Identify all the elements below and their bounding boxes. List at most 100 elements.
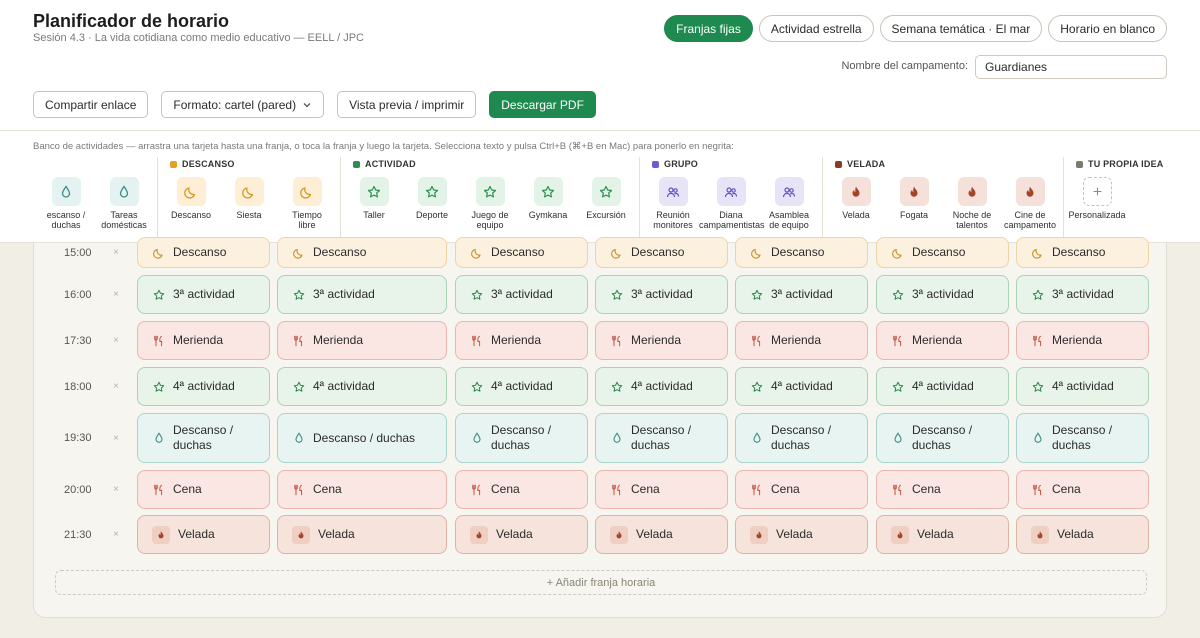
slot-time[interactable]: 20:00 bbox=[64, 484, 92, 496]
slot-label: 3ª actividad bbox=[771, 287, 833, 301]
activity-card[interactable]: Noche de talentos bbox=[943, 157, 1001, 239]
schedule-slot[interactable]: 3ª actividad bbox=[876, 275, 1009, 314]
schedule-slot[interactable]: Descanso bbox=[595, 237, 728, 268]
activity-card[interactable]: Tareas domésticas bbox=[95, 157, 153, 239]
slot-time[interactable]: 21:30 bbox=[64, 529, 92, 541]
schedule-slot[interactable]: 4ª actividad bbox=[1016, 367, 1149, 406]
schedule-slot[interactable]: Merienda bbox=[1016, 321, 1149, 360]
schedule-slot[interactable]: 3ª actividad bbox=[277, 275, 447, 314]
activity-card[interactable]: Excursión bbox=[577, 157, 635, 239]
mode-tab-semana-tematica[interactable]: Semana temática · El mar bbox=[879, 15, 1043, 42]
slot-time[interactable]: 15:00 bbox=[64, 247, 92, 259]
schedule-slot[interactable]: Descanso / duchas bbox=[1016, 413, 1149, 463]
remove-row-icon[interactable]: × bbox=[113, 484, 119, 495]
add-time-slot-button[interactable]: + Añadir franja horaria bbox=[55, 570, 1147, 595]
activity-card[interactable]: Cine de campamento bbox=[1001, 157, 1059, 239]
format-select[interactable]: Formato: cartel (pared) bbox=[161, 91, 325, 118]
schedule-slot[interactable]: 4ª actividad bbox=[876, 367, 1009, 406]
activity-card[interactable]: Gymkana bbox=[519, 157, 577, 239]
schedule-slot[interactable]: Descanso bbox=[876, 237, 1009, 268]
schedule-slot[interactable]: 4ª actividad bbox=[137, 367, 270, 406]
slot-time[interactable]: 17:30 bbox=[64, 335, 92, 347]
schedule-slot[interactable]: Descanso bbox=[137, 237, 270, 268]
mode-tab-franjas-fijas[interactable]: Franjas fijas bbox=[664, 15, 753, 42]
activity-card[interactable]: Velada bbox=[827, 157, 885, 239]
star-icon bbox=[153, 381, 164, 392]
schedule-slot[interactable]: 3ª actividad bbox=[137, 275, 270, 314]
schedule-slot[interactable]: Velada bbox=[735, 515, 868, 554]
moon-icon bbox=[610, 248, 621, 259]
schedule-slot[interactable]: Descanso bbox=[735, 237, 868, 268]
schedule-slot[interactable]: Cena bbox=[137, 470, 270, 509]
schedule-slot[interactable]: 4ª actividad bbox=[277, 367, 447, 406]
activity-card[interactable]: Juego de equipo bbox=[461, 157, 519, 239]
slot-time[interactable]: 16:00 bbox=[64, 289, 92, 301]
schedule-slot[interactable]: 3ª actividad bbox=[595, 275, 728, 314]
schedule-slot[interactable]: Descanso / duchas bbox=[876, 413, 1009, 463]
schedule-slot[interactable]: Descanso bbox=[1016, 237, 1149, 268]
remove-row-icon[interactable]: × bbox=[113, 433, 119, 444]
schedule-slot[interactable]: Velada bbox=[455, 515, 588, 554]
schedule-slot[interactable]: Merienda bbox=[277, 321, 447, 360]
schedule-slot[interactable]: Merienda bbox=[595, 321, 728, 360]
schedule-slot[interactable]: 4ª actividad bbox=[455, 367, 588, 406]
schedule-slot[interactable]: Descanso bbox=[455, 237, 588, 268]
card-icon-box bbox=[234, 177, 264, 206]
schedule-slot[interactable]: 3ª actividad bbox=[455, 275, 588, 314]
schedule-slot[interactable]: Merienda bbox=[455, 321, 588, 360]
schedule-slot[interactable]: Merienda bbox=[137, 321, 270, 360]
schedule-slot[interactable]: Cena bbox=[735, 470, 868, 509]
schedule-slot[interactable]: Merienda bbox=[876, 321, 1009, 360]
schedule-slot[interactable]: 3ª actividad bbox=[735, 275, 868, 314]
download-pdf-button[interactable]: Descargar PDF bbox=[489, 91, 596, 118]
schedule-slot[interactable]: Velada bbox=[277, 515, 447, 554]
schedule-slot[interactable]: Cena bbox=[455, 470, 588, 509]
activity-card[interactable]: escanso / duchas bbox=[37, 157, 95, 239]
schedule-slot[interactable]: Velada bbox=[595, 515, 728, 554]
share-link-button[interactable]: Compartir enlace bbox=[33, 91, 149, 118]
remove-row-icon[interactable]: × bbox=[113, 247, 119, 258]
schedule-slot[interactable]: 4ª actividad bbox=[595, 367, 728, 406]
schedule-slot[interactable]: Velada bbox=[1016, 515, 1149, 554]
schedule-slot[interactable]: Merienda bbox=[735, 321, 868, 360]
card-label: Diana campamentistas bbox=[699, 210, 765, 230]
activity-card[interactable]: Descanso bbox=[162, 157, 220, 239]
schedule-slot[interactable]: Cena bbox=[277, 470, 447, 509]
schedule-slot[interactable]: Cena bbox=[1016, 470, 1149, 509]
schedule-slot[interactable]: 4ª actividad bbox=[735, 367, 868, 406]
mode-tab-actividad-estrella[interactable]: Actividad estrella bbox=[758, 15, 874, 42]
activity-card[interactable]: Deporte bbox=[403, 157, 461, 239]
mode-tab-horario-en-blanco[interactable]: Horario en blanco bbox=[1048, 15, 1167, 42]
schedule-slot[interactable]: 3ª actividad bbox=[1016, 275, 1149, 314]
preview-print-button[interactable]: Vista previa / imprimir bbox=[337, 91, 477, 118]
activity-card[interactable]: Siesta bbox=[220, 157, 278, 239]
slot-time[interactable]: 19:30 bbox=[64, 432, 92, 444]
schedule-slot[interactable]: Descanso / duchas bbox=[277, 413, 447, 463]
schedule-slot[interactable]: Descanso bbox=[277, 237, 447, 268]
slot-time[interactable]: 18:00 bbox=[64, 381, 92, 393]
schedule-slot[interactable]: Velada bbox=[137, 515, 270, 554]
remove-row-icon[interactable]: × bbox=[113, 335, 119, 346]
bank-group-title: TU PROPIA IDEA bbox=[1076, 159, 1163, 169]
remove-row-icon[interactable]: × bbox=[113, 381, 119, 392]
activity-card[interactable]: Tiempo libre bbox=[278, 157, 336, 239]
schedule-slot[interactable]: Descanso / duchas bbox=[595, 413, 728, 463]
activity-card[interactable]: Diana campamentistas bbox=[699, 157, 765, 239]
schedule-slot[interactable]: Cena bbox=[595, 470, 728, 509]
schedule-slot[interactable]: Descanso / duchas bbox=[455, 413, 588, 463]
slot-icon bbox=[470, 380, 483, 393]
remove-row-icon[interactable]: × bbox=[113, 529, 119, 540]
schedule-slot[interactable]: Descanso / duchas bbox=[137, 413, 270, 463]
activity-card[interactable]: Asamblea de equipo bbox=[760, 157, 818, 239]
remove-row-icon[interactable]: × bbox=[113, 289, 119, 300]
slot-label: Descanso bbox=[631, 245, 685, 259]
schedule-slot[interactable]: Velada bbox=[876, 515, 1009, 554]
flame-icon bbox=[616, 530, 622, 538]
camp-name-input[interactable] bbox=[975, 55, 1167, 79]
activity-card[interactable]: Reunión monitores bbox=[644, 157, 702, 239]
activity-card[interactable]: Taller bbox=[345, 157, 403, 239]
activity-card[interactable]: Fogata bbox=[885, 157, 943, 239]
schedule-slot[interactable]: Descanso / duchas bbox=[735, 413, 868, 463]
schedule-slot[interactable]: Cena bbox=[876, 470, 1009, 509]
activity-card[interactable]: Personalizada bbox=[1068, 157, 1126, 239]
